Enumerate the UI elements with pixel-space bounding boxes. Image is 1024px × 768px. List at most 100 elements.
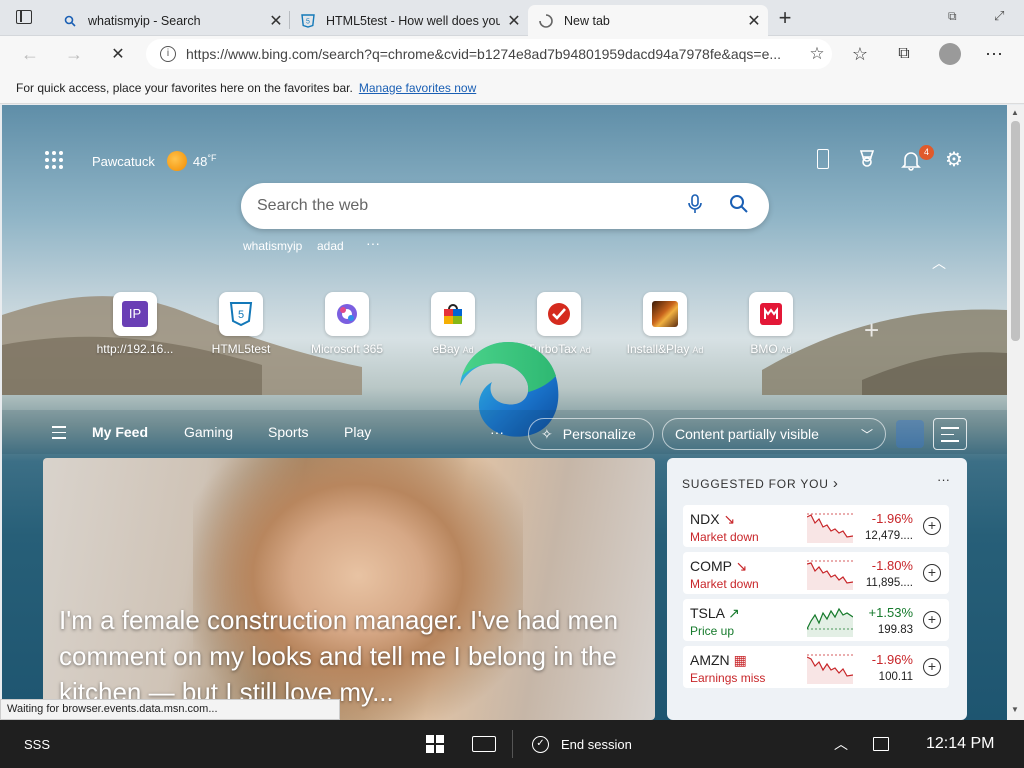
tab-title: HTML5test - How well does your: [326, 13, 500, 28]
stock-status: Market down: [690, 577, 759, 591]
article-headline: I'm a female construction manager. I've …: [59, 605, 619, 707]
profile-avatar[interactable]: [936, 40, 964, 68]
clock[interactable]: 12:14 PM: [926, 720, 994, 768]
forward-button[interactable]: →: [60, 40, 88, 68]
quick-link-html5test[interactable]: 5 HTML5test: [196, 292, 286, 356]
back-button[interactable]: ←: [16, 40, 44, 68]
address-bar[interactable]: i https://www.bing.com/search?q=chrome&c…: [146, 39, 832, 69]
page-scrollbar[interactable]: ▲ ▼: [1007, 105, 1024, 720]
feed-menu-icon[interactable]: [52, 426, 66, 439]
stock-row-ndx[interactable]: NDX ↘ Market down -1.96% 12,479.... +: [683, 505, 949, 547]
search-icon[interactable]: [717, 194, 761, 219]
stock-status: Price up: [690, 624, 735, 638]
feed-more-button[interactable]: ···: [490, 424, 504, 440]
list-layout-button[interactable]: [933, 418, 967, 450]
new-tab-button[interactable]: +: [772, 6, 798, 32]
stock-price: 199.83: [877, 624, 913, 636]
tab-new-tab[interactable]: New tab ✕: [528, 5, 768, 36]
tab-html5test[interactable]: 5 HTML5test - How well does your ✕: [290, 5, 528, 36]
stop-button[interactable]: ✕: [104, 40, 132, 68]
quick-link-ip[interactable]: IP http://192.16...: [90, 292, 180, 356]
tab-whatismyip[interactable]: whatismyip - Search ✕: [52, 5, 290, 36]
recent-search-link[interactable]: whatismyip: [243, 239, 302, 253]
add-favorite-icon[interactable]: ☆: [802, 44, 832, 64]
sparkline-chart: [807, 607, 853, 637]
add-to-watchlist-button[interactable]: +: [923, 564, 941, 582]
rewards-icon[interactable]: [857, 149, 877, 174]
trend-down-icon: ↘: [735, 558, 748, 574]
check-circle-icon: ✓: [532, 735, 549, 753]
recent-searches-more[interactable]: ···: [366, 235, 380, 251]
stock-symbol: NDX ↘: [690, 511, 736, 527]
content-visibility-value: Content partially visible: [675, 426, 819, 442]
close-icon[interactable]: ✕: [740, 11, 768, 31]
weather-widget[interactable]: Pawcatuck 48 °F: [92, 151, 216, 171]
trend-up-icon: ↗: [728, 605, 740, 621]
microphone-icon[interactable]: [673, 193, 717, 219]
location-text: Pawcatuck: [92, 153, 155, 169]
sparkle-icon: ✧: [541, 425, 553, 442]
quick-link-label: BMO Ad: [750, 342, 792, 356]
settings-more-icon[interactable]: ⋯: [980, 40, 1008, 68]
apps-launcher-icon[interactable]: [44, 150, 64, 170]
favorites-bar-message: For quick access, place your favorites h…: [16, 80, 353, 95]
quick-link-label: Install&Play Ad: [626, 342, 704, 356]
manage-favorites-link[interactable]: Manage favorites now: [359, 81, 476, 95]
stock-symbol: AMZN ▦: [690, 652, 747, 668]
page-settings-icon[interactable]: ⚙: [945, 147, 963, 172]
scrollbar-thumb[interactable]: [1011, 121, 1020, 341]
taskbar: SSS ✓ End session ︿ 12:14 PM: [0, 720, 1024, 768]
collapse-chevron-icon[interactable]: ︿: [932, 253, 946, 273]
recent-search-link[interactable]: adad: [317, 239, 344, 253]
quick-link-install-play[interactable]: Install&Play Ad: [620, 292, 710, 356]
add-to-watchlist-button[interactable]: +: [923, 611, 941, 629]
collections-icon[interactable]: ⧉: [890, 40, 918, 68]
chevron-down-icon: ﹀: [860, 427, 873, 442]
stock-row-amzn[interactable]: AMZN ▦ Earnings miss -1.96% 100.11 +: [683, 646, 949, 688]
card-more-button[interactable]: ···: [937, 472, 950, 487]
web-search-box[interactable]: Search the web: [241, 183, 769, 229]
close-icon[interactable]: ✕: [500, 11, 528, 31]
grid-layout-button[interactable]: [896, 420, 924, 448]
sun-icon: [166, 151, 187, 171]
quick-link-microsoft-365[interactable]: Microsoft 365: [302, 292, 392, 356]
stock-price: 100.11: [878, 671, 913, 683]
card-title[interactable]: SUGGESTED FOR YOU ›: [682, 475, 839, 492]
feed-tab-gaming[interactable]: Gaming: [184, 424, 233, 440]
expand-icon[interactable]: ⤢: [994, 8, 1004, 24]
tab-title: whatismyip - Search: [88, 13, 201, 28]
windows-icon: [426, 735, 444, 753]
mobile-icon[interactable]: [817, 149, 829, 169]
stock-row-tsla[interactable]: TSLA ↗ Price up +1.53% 199.83 +: [683, 599, 949, 641]
feed-tab-play[interactable]: Play: [344, 424, 371, 440]
turbotax-check-icon: [537, 292, 581, 336]
quick-link-bmo[interactable]: BMO Ad: [726, 292, 816, 356]
hero-article[interactable]: I'm a female construction manager. I've …: [43, 458, 655, 720]
add-to-watchlist-button[interactable]: +: [923, 658, 941, 676]
temperature-unit: °F: [207, 153, 217, 163]
html5-icon: 5: [219, 292, 263, 336]
personalize-button[interactable]: ✧ Personalize: [528, 418, 654, 450]
restore-icon[interactable]: ⧉: [948, 9, 957, 24]
add-to-watchlist-button[interactable]: +: [923, 517, 941, 535]
favorites-icon[interactable]: ☆: [846, 40, 874, 68]
feed-tab-my-feed[interactable]: My Feed: [92, 424, 148, 440]
stock-row-comp[interactable]: COMP ↘ Market down -1.80% 11,895.... +: [683, 552, 949, 594]
start-button[interactable]: [426, 720, 444, 768]
info-icon[interactable]: i: [160, 46, 176, 62]
add-quick-link-button[interactable]: +: [864, 315, 879, 346]
feed-navigation: My Feed Gaming Sports Play ··· ✧ Persona…: [2, 410, 1007, 454]
tab-strip: whatismyip - Search ✕ 5 HTML5test - How …: [0, 0, 1024, 36]
status-bubble: Waiting for browser.events.data.msn.com.…: [0, 699, 340, 720]
stock-change: +1.53%: [868, 605, 913, 620]
scroll-down-arrow[interactable]: ▼: [1011, 705, 1019, 714]
feed-tab-sports[interactable]: Sports: [268, 424, 308, 440]
show-hidden-icons-button[interactable]: ︿: [834, 720, 848, 768]
action-center-icon[interactable]: [873, 720, 889, 768]
content-visibility-dropdown[interactable]: Content partially visible ﹀: [662, 418, 886, 450]
tab-actions-icon[interactable]: [16, 10, 32, 24]
scroll-up-arrow[interactable]: ▲: [1011, 108, 1019, 117]
end-session-button[interactable]: ✓ End session: [532, 720, 632, 768]
task-view-button[interactable]: [472, 720, 496, 768]
close-icon[interactable]: ✕: [262, 11, 290, 31]
